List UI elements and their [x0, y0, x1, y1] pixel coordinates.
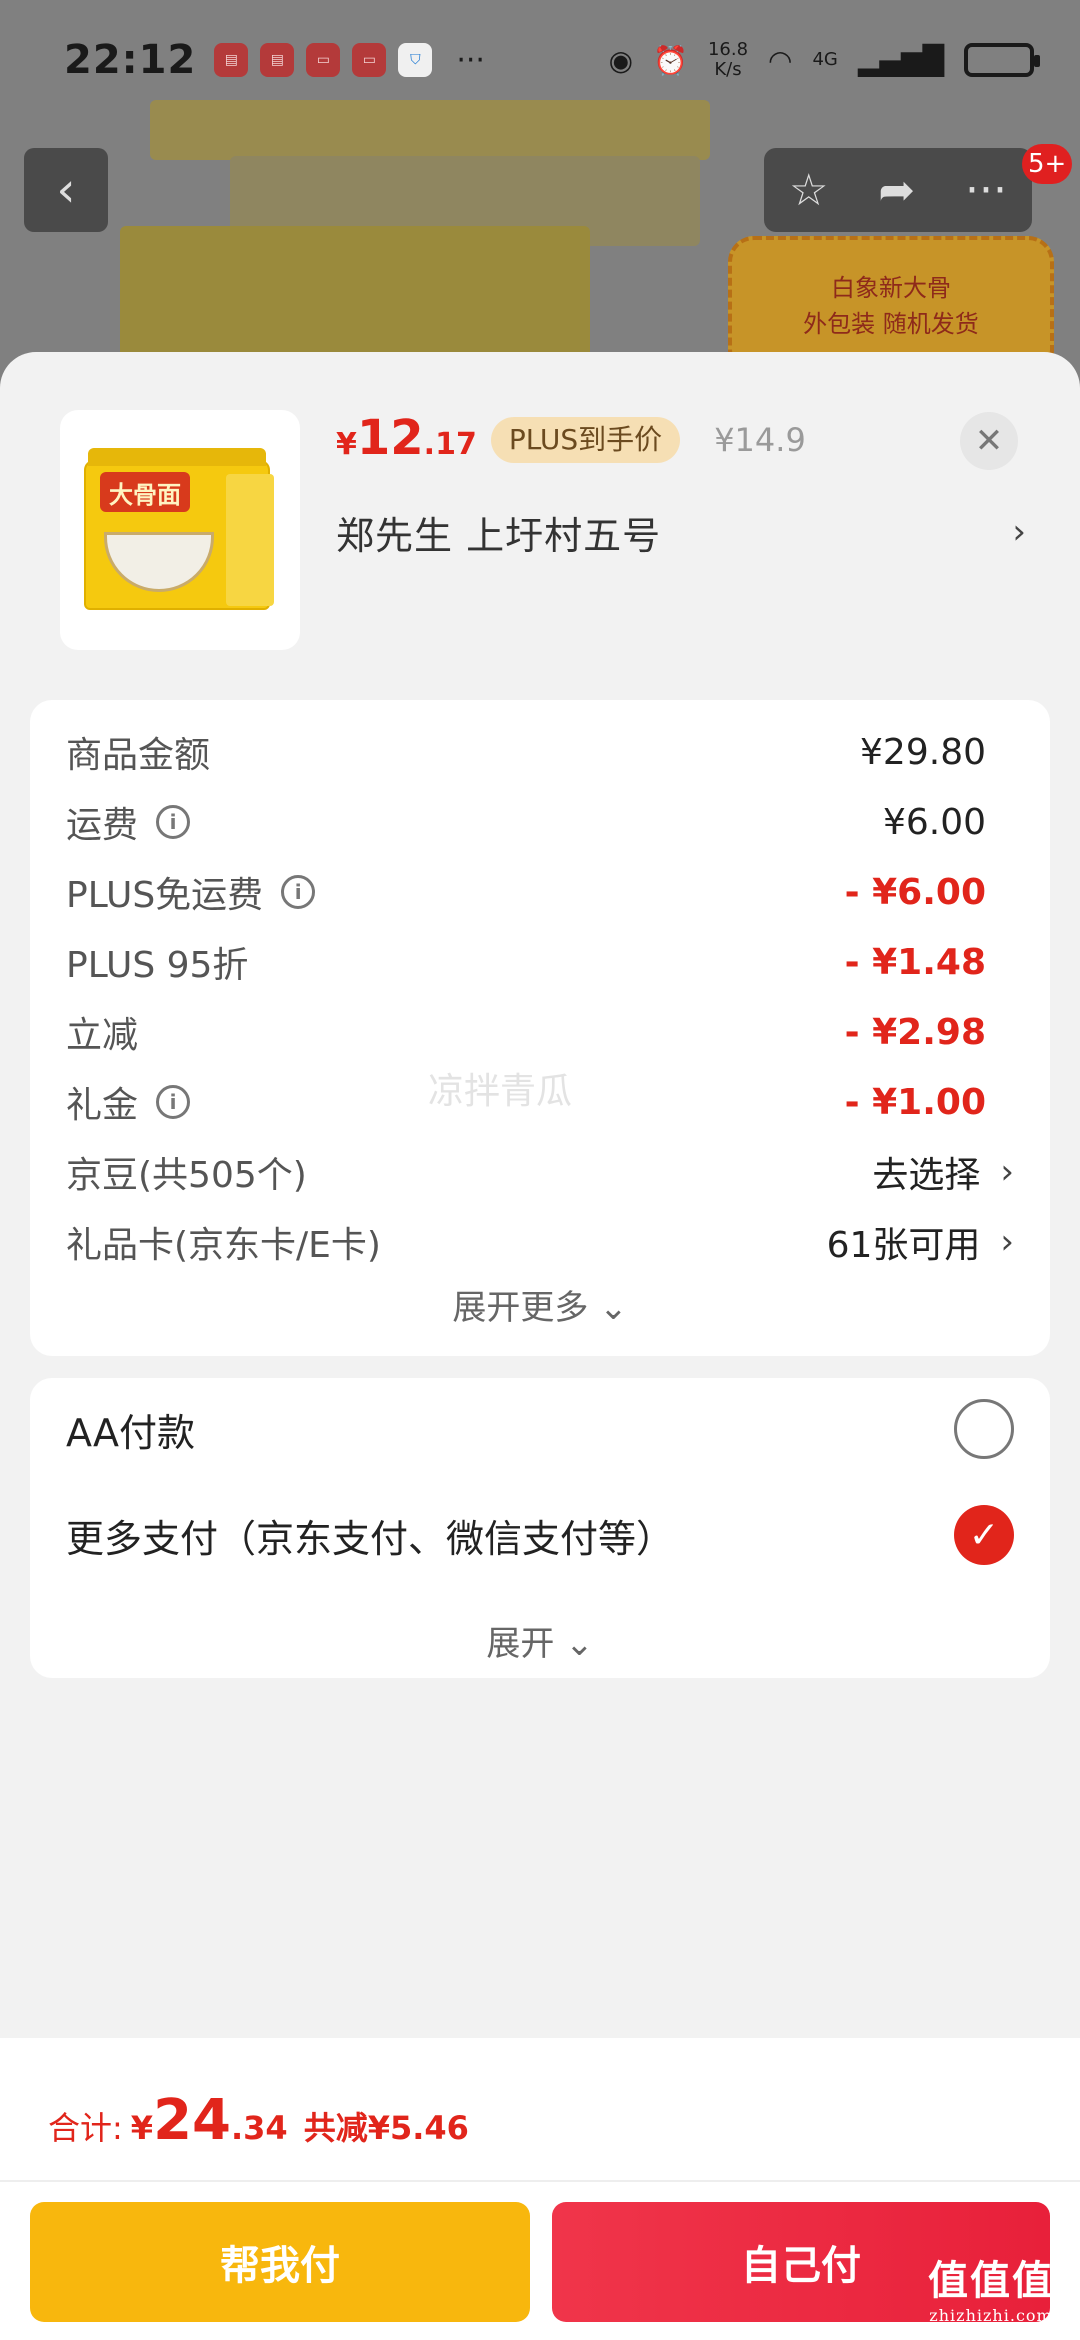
fee-row-jd-beans[interactable]: 京豆(共505个) 去选择 ›	[66, 1142, 1014, 1202]
star-icon[interactable]: ☆	[789, 165, 828, 216]
checkmark-icon[interactable]: ✓	[954, 1505, 1014, 1565]
fee-label: 立减	[66, 1015, 139, 1056]
total-saved: 共减¥5.46	[303, 2109, 469, 2147]
fee-label: 礼品卡(京东卡/E卡)	[66, 1225, 381, 1266]
close-icon: ✕	[974, 421, 1004, 461]
chevron-down-icon: ⌄	[565, 1624, 594, 1664]
user-watermark: 凉拌青瓜	[428, 1071, 573, 1112]
huawei-app-icon: ▤	[260, 43, 295, 77]
plus-price-tag: PLUS到手价	[490, 417, 681, 463]
status-bar: 22:12 ▤ ▤ ▭ ▭ ⛉ ··· ◉ ⏰ 16.8 K/s ◠ 4G ▂▄…	[0, 0, 1080, 120]
info-icon[interactable]: i	[281, 875, 316, 909]
fee-value: ¥29.80	[860, 731, 986, 773]
fee-label: 礼金	[66, 1085, 139, 1126]
status-right: ◉ ⏰ 16.8 K/s ◠ 4G ▂▄▆█	[608, 40, 1040, 80]
chevron-right-icon: ›	[1012, 512, 1026, 552]
signal-icon: ▂▄▆█	[857, 43, 944, 77]
fee-row-plus-discount: PLUS 95折 - ¥1.48	[66, 932, 1014, 992]
fee-row-instant-discount: 立减 - ¥2.98	[66, 1002, 1014, 1062]
fee-value: - ¥1.48	[844, 941, 986, 983]
nav-actions-group: ☆ ➦ ···	[764, 148, 1032, 232]
expand-payment-button[interactable]: 展开 ⌄	[30, 1616, 1050, 1665]
fee-label: PLUS 95折	[66, 945, 249, 986]
alarm-icon: ⏰	[653, 43, 688, 77]
address-selector[interactable]: 郑先生 上圩村五号 ›	[336, 504, 1026, 560]
more-icon[interactable]: ···	[965, 165, 1007, 216]
fee-label: 京豆(共505个)	[66, 1155, 307, 1196]
help-me-pay-button[interactable]: 帮我付	[30, 2202, 530, 2322]
promo-line-2: 外包装 随机发货	[803, 310, 979, 338]
fee-label: 商品金额	[66, 735, 211, 776]
info-icon[interactable]: i	[156, 1085, 191, 1119]
address-text: 郑先生 上圩村五号	[336, 513, 662, 558]
huawei-app-icon: ▭	[306, 43, 341, 77]
fee-row-plus-free-shipping: PLUS免运费 i - ¥6.00	[66, 862, 1014, 922]
network-type: 4G	[812, 49, 838, 70]
total-label: 合计:	[48, 2109, 123, 2147]
checkout-footer: 合计: ¥24.34 共减¥5.46 帮我付 自己付	[0, 2038, 1080, 2340]
wifi-icon: ◠	[768, 43, 793, 77]
fee-value: - ¥6.00	[844, 871, 986, 913]
site-watermark: 值值值 zhizhizhi.com	[928, 2257, 1054, 2325]
fee-label: 运费	[66, 805, 139, 846]
payment-option-label: 更多支付（京东支付、微信支付等）	[66, 1516, 675, 1561]
noodle-package-image: 大骨面	[80, 440, 280, 620]
share-icon[interactable]: ➦	[878, 165, 915, 216]
expand-more-button[interactable]: 展开更多 ⌄	[30, 1280, 1050, 1329]
net-speed-value: 16.8	[707, 39, 749, 60]
noodle-image	[120, 226, 590, 366]
fee-row-goods: 商品金额 ¥29.80	[66, 722, 1014, 782]
chevron-left-icon: ‹	[56, 162, 76, 218]
notification-badge: 5+	[1022, 144, 1073, 184]
price-row: ¥12.17 PLUS到手价 ¥14.9	[336, 410, 806, 470]
original-price: ¥14.9	[714, 421, 806, 459]
fee-row-gift-card[interactable]: 礼品卡(京东卡/E卡) 61张可用 ›	[66, 1212, 1014, 1272]
payment-option-aa[interactable]: AA付款	[66, 1394, 1014, 1464]
shield-app-icon: ⛉	[398, 43, 433, 77]
current-price: ¥12.17	[336, 410, 477, 466]
fee-label: PLUS免运费	[66, 875, 264, 916]
package-label: 大骨面	[100, 472, 190, 512]
fee-value: - ¥1.00	[844, 1081, 986, 1123]
payment-method-card: AA付款 更多支付（京东支付、微信支付等） ✓ 展开 ⌄	[30, 1378, 1050, 1678]
chevron-down-icon: ⌄	[599, 1288, 628, 1328]
back-button[interactable]: ‹	[24, 148, 108, 232]
order-total: 合计: ¥24.34 共减¥5.46	[48, 2088, 469, 2153]
huawei-app-icon: ▭	[352, 43, 387, 77]
net-speed: 16.8 K/s	[708, 40, 748, 80]
fee-value: 61张可用	[826, 1225, 981, 1266]
fee-row-shipping: 运费 i ¥6.00	[66, 792, 1014, 852]
radio-unchecked-icon[interactable]	[954, 1399, 1014, 1459]
payment-option-more[interactable]: 更多支付（京东支付、微信支付等） ✓	[66, 1500, 1014, 1570]
payment-option-label: AA付款	[66, 1410, 196, 1455]
huawei-app-icon: ▤	[214, 43, 249, 77]
fee-value: ¥6.00	[882, 801, 986, 843]
promo-line-1: 白象新大骨	[831, 274, 951, 302]
net-speed-unit: K/s	[714, 59, 742, 80]
status-app-icons: ▤ ▤ ▭ ▭ ⛉ ···	[214, 43, 485, 78]
eye-icon: ◉	[608, 43, 634, 77]
product-thumbnail[interactable]: 大骨面	[60, 410, 300, 650]
fee-value: 去选择	[872, 1155, 981, 1196]
close-button[interactable]: ✕	[960, 412, 1018, 470]
fee-details-card: 商品金额 ¥29.80 运费 i ¥6.00 PLUS免运费 i - ¥6.00 P…	[30, 700, 1050, 1356]
chevron-right-icon: ›	[1000, 1222, 1014, 1262]
divider	[0, 2180, 1080, 2182]
info-icon[interactable]: i	[156, 805, 191, 839]
fee-value: - ¥2.98	[844, 1011, 986, 1053]
battery-icon	[964, 43, 1040, 77]
chevron-right-icon: ›	[1000, 1152, 1014, 1192]
status-time: 22:12	[64, 37, 197, 83]
more-notifications-icon: ···	[456, 42, 485, 78]
checkout-sheet: 大骨面 ¥12.17 PLUS到手价 ¥14.9 ✕ 郑先生 上圩村五号 › 商…	[0, 352, 1080, 2340]
